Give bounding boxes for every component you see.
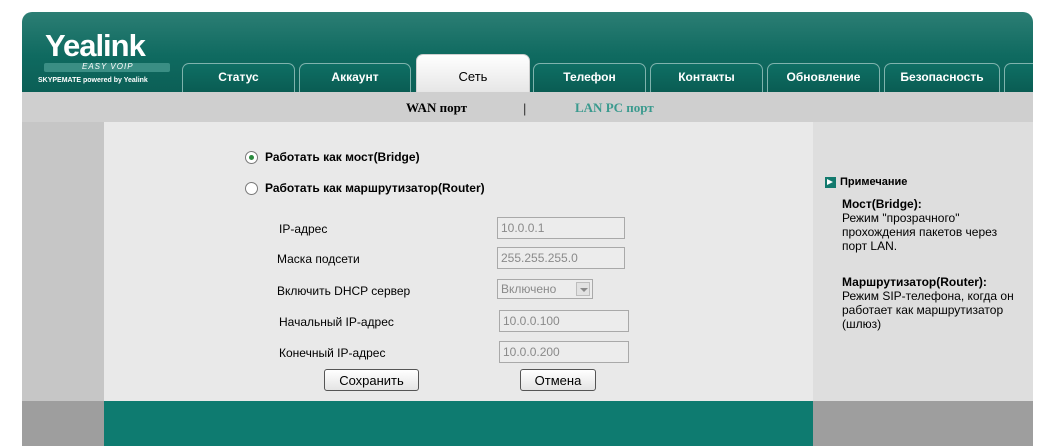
yealink-logo: Yealink EASY VOIP SKYPEMATE powered by Y… (22, 12, 182, 92)
subnav-wan-port[interactable]: WAN порт (406, 100, 467, 116)
arrow-right-icon (825, 176, 836, 188)
save-button[interactable]: Сохранить (324, 369, 419, 391)
main-tabs: Статус Аккаунт Сеть Телефон Контакты Обн… (180, 54, 1033, 92)
note-bridge: Мост(Bridge): Режим "прозрачного" прохож… (842, 197, 1022, 253)
bridge-option[interactable]: Работать как мост(Bridge) (245, 150, 420, 164)
bridge-label: Работать как мост(Bridge) (265, 150, 420, 164)
note-panel: Примечание Мост(Bridge): Режим "прозрачн… (813, 122, 1033, 401)
end-ip-label: Конечный IP-адрес (279, 346, 386, 360)
router-option[interactable]: Работать как маршрутизатор(Router) (245, 181, 485, 195)
tab-overflow (1004, 63, 1033, 92)
tab-upgrade[interactable]: Обновление (767, 63, 880, 92)
cancel-button[interactable]: Отмена (520, 369, 596, 391)
note-router-text: Режим SIP-телефона, когда он работает ка… (842, 289, 1014, 331)
subnav-lan-pc-port[interactable]: LAN PC порт (575, 100, 654, 116)
note-bridge-heading: Мост(Bridge): (842, 197, 922, 211)
note-router-heading: Маршрутизатор(Router): (842, 275, 987, 289)
end-ip-input[interactable] (499, 341, 629, 363)
footer-bar (104, 401, 813, 446)
tab-security[interactable]: Безопасность (884, 63, 1000, 92)
subnav-separator: | (523, 101, 527, 116)
tab-contacts[interactable]: Контакты (650, 63, 763, 92)
ip-address-input[interactable] (497, 217, 625, 239)
note-router: Маршрутизатор(Router): Режим SIP-телефон… (842, 275, 1022, 331)
router-radio[interactable] (245, 181, 258, 195)
start-ip-input[interactable] (499, 310, 629, 332)
sub-navigation: WAN порт | LAN PC порт (22, 92, 1033, 122)
note-title: Примечание (840, 176, 908, 188)
dhcp-server-value: Включено (501, 282, 557, 296)
ip-address-label: IP-адрес (279, 222, 328, 236)
header: Yealink EASY VOIP SKYPEMATE powered by Y… (22, 12, 1033, 92)
left-gutter (22, 122, 104, 446)
start-ip-label: Начальный IP-адрес (279, 315, 394, 329)
note-bridge-text: Режим "прозрачного" прохождения пакетов … (842, 211, 998, 253)
chevron-down-icon (576, 282, 590, 296)
dhcp-server-label: Включить DHCP сервер (277, 284, 411, 298)
footer-right (813, 401, 1033, 446)
lan-settings-panel: Работать как мост(Bridge) Работать как м… (104, 122, 813, 401)
page-frame: Yealink EASY VOIP SKYPEMATE powered by Y… (22, 12, 1033, 446)
router-label: Работать как маршрутизатор(Router) (265, 181, 485, 195)
logo-word: Yealink (45, 28, 146, 63)
subnet-mask-input[interactable] (497, 247, 625, 269)
subnet-mask-label: Маска подсети (277, 252, 360, 266)
tab-network[interactable]: Сеть (416, 54, 530, 92)
content-band: Работать как мост(Bridge) Работать как м… (22, 122, 1033, 446)
note-header: Примечание (825, 176, 907, 188)
tab-status[interactable]: Статус (182, 63, 295, 92)
logo-subtitle: SKYPEMATE powered by Yealink (38, 77, 148, 84)
footer-left (22, 401, 104, 446)
dhcp-server-select[interactable]: Включено (497, 279, 593, 299)
bridge-radio[interactable] (245, 150, 258, 164)
logo-tag: EASY VOIP (82, 62, 134, 71)
tab-account[interactable]: Аккаунт (299, 63, 411, 92)
tab-phone[interactable]: Телефон (533, 63, 646, 92)
